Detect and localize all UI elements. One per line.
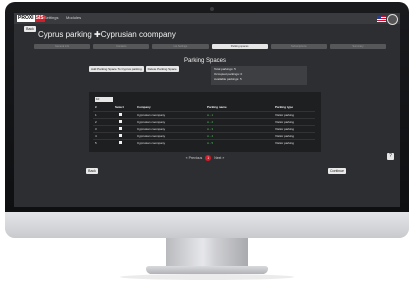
step-subscriptions[interactable]: Subscriptions bbox=[270, 44, 327, 49]
step-general-info[interactable]: General info bbox=[34, 44, 91, 49]
monitor-chin bbox=[5, 212, 409, 238]
col-company[interactable]: Company bbox=[137, 105, 151, 109]
table-row[interactable]: 4 Cyprusian coompany A - 4 Visitor parki… bbox=[93, 132, 315, 139]
panel-title: Parking Spaces bbox=[183, 58, 227, 64]
monitor-stand-foot bbox=[146, 266, 268, 274]
pager-next[interactable]: Next » bbox=[214, 156, 224, 160]
step-summary[interactable]: Summary bbox=[329, 44, 387, 49]
row-parking-name[interactable]: A - 5 bbox=[207, 140, 213, 146]
screen: PROXI SIS Settings Modules Back Cyprus p… bbox=[14, 13, 400, 207]
row-checkbox[interactable] bbox=[119, 113, 122, 116]
pagination: « Previous 1 Next » bbox=[89, 155, 321, 161]
back-button[interactable]: Back bbox=[24, 26, 36, 32]
us-flag-icon[interactable] bbox=[377, 16, 386, 22]
row-checkbox[interactable] bbox=[119, 120, 122, 123]
parking-stats: Total parkings: 5 Occupied parkings: 0 A… bbox=[211, 66, 307, 85]
col-number[interactable]: # bbox=[95, 105, 97, 109]
parking-table: 10 # Select Company Parking name Parking… bbox=[89, 92, 321, 152]
camera-dot bbox=[210, 7, 214, 11]
pager-previous[interactable]: « Previous bbox=[186, 156, 203, 160]
table-row[interactable]: 5 Cyprusian coompany A - 5 Visitor parki… bbox=[93, 139, 315, 146]
panel-actions: Add Parking Space To Cyprus parking Dele… bbox=[89, 66, 179, 72]
table-row[interactable]: 3 Cyprusian coompany A - 3 Visitor parki… bbox=[93, 125, 315, 132]
col-parking-name[interactable]: Parking name bbox=[207, 105, 227, 109]
help-icon[interactable]: ? bbox=[387, 153, 394, 160]
table-row[interactable]: 1 Cyprusian coompany A - 1 Visitor parki… bbox=[93, 111, 315, 118]
row-checkbox[interactable] bbox=[119, 127, 122, 130]
wizard-footer: Back Continue bbox=[86, 168, 348, 175]
row-number: 5 bbox=[95, 141, 97, 145]
step-contacts[interactable]: Contacts bbox=[93, 44, 150, 49]
parking-spaces-panel: Parking Spaces Add Parking Space To Cypr… bbox=[89, 58, 321, 166]
step-lot-settings[interactable]: Lot Settings bbox=[152, 44, 209, 49]
nav-settings[interactable]: Settings bbox=[44, 15, 58, 20]
col-select: Select bbox=[115, 105, 124, 109]
user-avatar[interactable] bbox=[387, 14, 398, 25]
stat-available: Available parkings: 5 bbox=[214, 77, 242, 81]
delete-parking-space-button[interactable]: Delete Parking Space bbox=[145, 66, 179, 72]
monitor-stand-neck bbox=[166, 238, 248, 268]
step-parking-spaces[interactable]: Parking spaces bbox=[211, 44, 268, 49]
top-navbar: PROXI SIS Settings Modules bbox=[14, 13, 400, 25]
footer-back-button[interactable]: Back bbox=[86, 168, 98, 174]
col-parking-type[interactable]: Parking type bbox=[275, 105, 293, 109]
page-title: Cyprus parking ✚Cyprusian coompany bbox=[38, 30, 176, 39]
row-company: Cyprusian coompany bbox=[137, 141, 166, 145]
brand-logo[interactable]: PROXI SIS bbox=[17, 14, 45, 22]
continue-button[interactable]: Continue bbox=[328, 168, 346, 174]
wizard-steps: General info Contacts Lot Settings Parki… bbox=[34, 44, 387, 49]
stand-shadow bbox=[120, 274, 294, 280]
row-parking-type: Visitor parking bbox=[275, 141, 294, 145]
table-row[interactable]: 2 Cyprusian coompany A - 2 Visitor parki… bbox=[93, 118, 315, 125]
add-parking-space-button[interactable]: Add Parking Space To Cyprus parking bbox=[89, 66, 144, 72]
nav-modules[interactable]: Modules bbox=[66, 15, 81, 20]
page-size-select[interactable]: 10 bbox=[95, 97, 113, 102]
row-checkbox[interactable] bbox=[119, 141, 122, 144]
pager-current-page[interactable]: 1 bbox=[205, 155, 212, 161]
row-checkbox[interactable] bbox=[119, 134, 122, 137]
logo-left: PROXI bbox=[17, 14, 35, 22]
